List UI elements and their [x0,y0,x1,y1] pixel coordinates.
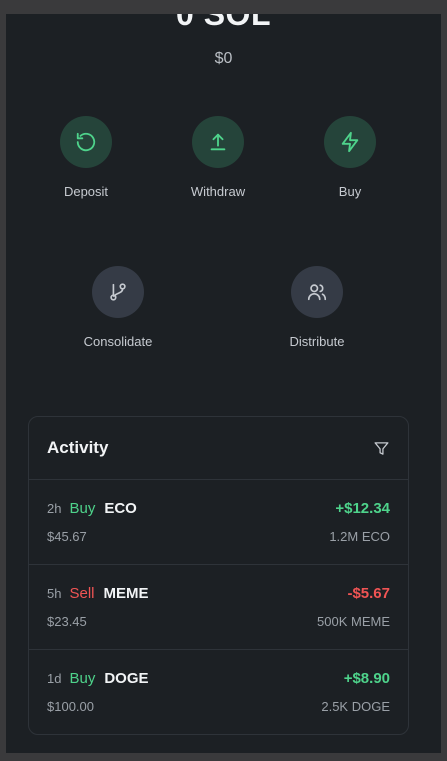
activity-token: MEME [103,585,149,602]
wallet-panel: 0 SOL $0 Deposit Withdraw Buy Consolidat… [6,14,441,753]
activity-token: ECO [104,500,137,517]
rotate-ccw-icon [60,116,112,168]
activity-time: 2h [47,501,62,516]
lightning-icon [324,116,376,168]
activity-card: Activity 2h Buy ECO +$12.34 $45.67 1.2M … [28,416,409,735]
activity-pnl: +$12.34 [335,500,390,517]
consolidate-label: Consolidate [83,334,153,349]
buy-label: Buy [338,184,362,199]
distribute-label: Distribute [289,334,345,349]
activity-title: Activity [47,438,109,457]
deposit-label: Deposit [63,184,109,199]
activity-amount: 1.2M ECO [329,529,390,544]
activity-token: DOGE [104,670,149,687]
activity-side: Buy [69,670,96,687]
consolidate-button[interactable]: Consolidate [58,266,178,349]
withdraw-button[interactable]: Withdraw [158,116,278,199]
activity-side: Buy [69,500,96,517]
withdraw-label: Withdraw [190,184,246,199]
balance-usd: $0 [214,50,233,67]
activity-side: Sell [69,585,95,602]
activity-price: $100.00 [47,699,94,714]
filter-icon[interactable] [373,440,390,457]
activity-amount: 2.5K DOGE [321,699,390,714]
activity-price: $45.67 [47,529,87,544]
activity-header: Activity [29,417,408,480]
balance-amount: 0 SOL [176,14,271,32]
activity-price: $23.45 [47,614,87,629]
arrow-up-tray-icon [192,116,244,168]
git-merge-icon [92,266,144,318]
deposit-button[interactable]: Deposit [26,116,146,199]
activity-row[interactable]: 5h Sell MEME -$5.67 $23.45 500K MEME [29,565,408,650]
activity-row[interactable]: 1d Buy DOGE +$8.90 $100.00 2.5K DOGE [29,650,408,734]
activity-amount: 500K MEME [317,614,390,629]
activity-pnl: -$5.67 [347,585,390,602]
activity-pnl: +$8.90 [343,670,390,687]
activity-time: 5h [47,586,62,601]
distribute-button[interactable]: Distribute [257,266,377,349]
users-icon [291,266,343,318]
activity-row[interactable]: 2h Buy ECO +$12.34 $45.67 1.2M ECO [29,480,408,565]
activity-time: 1d [47,671,62,686]
buy-button[interactable]: Buy [290,116,410,199]
